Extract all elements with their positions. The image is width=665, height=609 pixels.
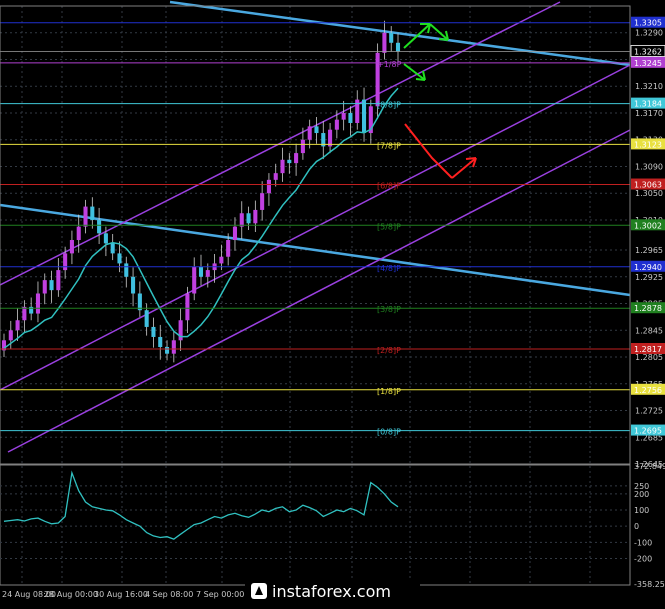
candle-body xyxy=(246,213,251,224)
price-tick-label: 1.3090 xyxy=(635,162,663,171)
candle-body xyxy=(22,306,27,321)
cci-tick-label: 372.8496 xyxy=(634,462,665,471)
candle-body xyxy=(355,99,360,124)
candle-body xyxy=(164,346,170,354)
candle-body xyxy=(137,293,142,311)
murrey-level-label: [2/8]P xyxy=(377,346,401,355)
candle-body xyxy=(56,270,61,291)
cci-tick-label: 200 xyxy=(634,490,649,499)
candle-body xyxy=(253,209,258,224)
cci-tick-label: -358.25 xyxy=(634,580,665,589)
candle-body xyxy=(280,159,285,174)
murrey-price-tag-label: 1.3002 xyxy=(634,221,662,230)
price-tick-label: 1.3050 xyxy=(635,189,663,198)
cci-tick-label: -200 xyxy=(634,554,652,563)
candle-body xyxy=(198,266,204,277)
murrey-price-tag-label: 1.2878 xyxy=(634,304,662,313)
murrey-level-label: +1/8P xyxy=(377,60,402,69)
murrey-level-label: [1/8]P xyxy=(377,387,401,396)
candle-body xyxy=(287,159,292,164)
candle-body xyxy=(103,233,108,244)
murrey-level-label: [5/8]P xyxy=(377,222,401,231)
chart-stage: 1.32901.32501.32101.31701.31301.30901.30… xyxy=(0,0,665,605)
candle-body xyxy=(90,206,95,220)
murrey-price-tag-label: 1.3123 xyxy=(634,140,662,149)
time-tick-label: 7 Sep 00:00 xyxy=(196,590,244,599)
candle-body xyxy=(382,32,387,53)
candle-body xyxy=(69,240,74,254)
current-price-tag-label: 1.3262 xyxy=(634,47,662,56)
candle-body xyxy=(97,219,102,234)
candle-body xyxy=(219,256,224,264)
murrey-price-tag-label: 1.2940 xyxy=(634,263,662,272)
candle-body xyxy=(151,326,156,337)
murrey-level-label: [6/8]P xyxy=(377,182,401,191)
price-tick-label: 1.2725 xyxy=(635,407,663,416)
watermark-logo-icon xyxy=(251,583,267,599)
time-tick-label: 30 Aug 16:00 xyxy=(94,590,148,599)
candle-body xyxy=(300,139,305,154)
candle-body xyxy=(260,193,265,210)
candle-body xyxy=(232,226,238,241)
candle-body xyxy=(192,266,197,294)
candle-body xyxy=(273,173,278,180)
candle-body xyxy=(131,276,136,294)
candle-body xyxy=(239,213,244,227)
price-tick-label: 1.3290 xyxy=(635,29,663,38)
price-tick-label: 1.3170 xyxy=(635,109,663,118)
candle-body xyxy=(294,153,299,164)
candle-body xyxy=(171,340,176,354)
candle-body xyxy=(226,240,231,257)
candle-body xyxy=(307,126,312,140)
watermark-text: instaforex.com xyxy=(272,582,391,601)
candle-body xyxy=(63,253,68,271)
murrey-price-tag-label: 1.2817 xyxy=(634,345,662,354)
candle-body xyxy=(49,280,54,291)
candle-body xyxy=(266,179,271,194)
price-tick-label: 1.2845 xyxy=(635,326,663,335)
candle-body xyxy=(8,330,13,341)
murrey-level-label: [4/8]P xyxy=(377,264,401,273)
cci-tick-label: 0 xyxy=(634,522,639,531)
price-tick-label: 1.3210 xyxy=(635,82,663,91)
price-tick-label: 1.2965 xyxy=(635,246,663,255)
murrey-price-tag-label: 1.2756 xyxy=(634,386,662,395)
candle-body xyxy=(185,293,190,321)
murrey-level-label: [8/8]P xyxy=(377,101,401,110)
murrey-level-label: [0/8]P xyxy=(377,428,401,437)
cci-tick-label: -100 xyxy=(634,538,652,547)
candle-body xyxy=(395,42,401,52)
candle-body xyxy=(117,253,122,264)
candle-body xyxy=(205,270,210,277)
candle-body xyxy=(158,336,163,347)
time-tick-label: 4 Sep 08:00 xyxy=(145,590,193,599)
murrey-price-tag-label: 1.3245 xyxy=(634,59,662,68)
price-tick-label: 1.2925 xyxy=(635,273,663,282)
candle-body xyxy=(328,129,333,147)
candle-body xyxy=(341,112,346,120)
candle-body xyxy=(361,99,367,134)
candle-body xyxy=(83,206,88,227)
candle-body xyxy=(144,310,149,327)
cci-tick-label: 100 xyxy=(634,506,649,515)
candle-body xyxy=(15,320,20,331)
price-tick-label: 1.2805 xyxy=(635,353,663,362)
candle-body xyxy=(42,280,47,294)
murrey-level-label: [7/8]P xyxy=(377,141,401,150)
murrey-price-tag-label: 1.3063 xyxy=(634,181,662,190)
candle-body xyxy=(110,243,115,254)
candle-body xyxy=(389,32,394,43)
murrey-price-tag-label: 1.2695 xyxy=(634,427,662,436)
candle-body xyxy=(334,119,339,130)
candle-body xyxy=(76,226,81,241)
candle-body xyxy=(348,112,353,124)
murrey-price-tag-label: 1.3305 xyxy=(634,19,662,28)
murrey-price-tag-label: 1.3184 xyxy=(634,100,662,109)
candle-body xyxy=(314,126,319,134)
candle-body xyxy=(124,263,129,277)
chart-svg: 1.32901.32501.32101.31701.31301.30901.30… xyxy=(0,0,665,605)
candle-body xyxy=(35,293,41,314)
time-tick-label: 28 Aug 00:00 xyxy=(44,590,98,599)
murrey-level-label: [3/8]P xyxy=(377,305,401,314)
